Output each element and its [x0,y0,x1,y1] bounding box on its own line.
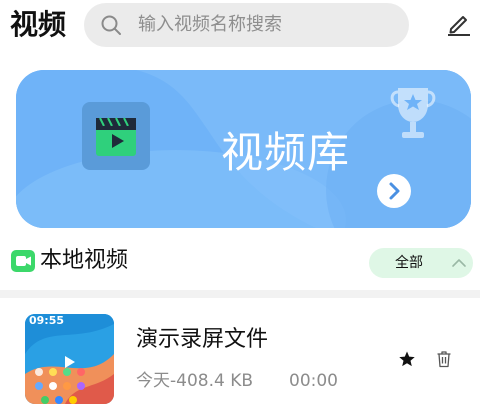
video-library-banner[interactable]: 视频库 [16,70,471,228]
section-divider [0,290,480,298]
chevron-right-icon [389,182,400,200]
banner-arrow-button[interactable] [377,174,411,208]
section-title: 本地视频 [40,248,129,273]
thumbnail-image [25,314,114,404]
chevron-up-icon [452,259,466,267]
video-thumbnail[interactable]: 09:55 [25,314,114,404]
filter-dropdown[interactable]: 全部 [369,248,473,278]
thumbnail-clock: 09:55 [29,314,65,327]
search-input[interactable]: 输入视频名称搜索 [138,13,282,37]
star-icon[interactable] [398,350,416,368]
video-name: 演示录屏文件 [136,327,269,352]
trash-icon[interactable] [436,350,452,368]
banner-title: 视频库 [221,128,351,177]
search-bar[interactable]: 输入视频名称搜索 [84,3,409,47]
trophy-icon [390,88,436,138]
video-camera-icon [11,250,35,272]
video-meta: 今天-408.4 KB [136,371,254,391]
page-title: 视频 [10,8,67,41]
filter-label: 全部 [395,255,423,271]
edit-icon[interactable] [446,10,472,36]
video-clapper-icon [82,102,150,170]
top-bar: 视频 输入视频名称搜索 [0,0,480,52]
video-duration: 00:00 [289,371,338,391]
search-icon [101,15,121,35]
